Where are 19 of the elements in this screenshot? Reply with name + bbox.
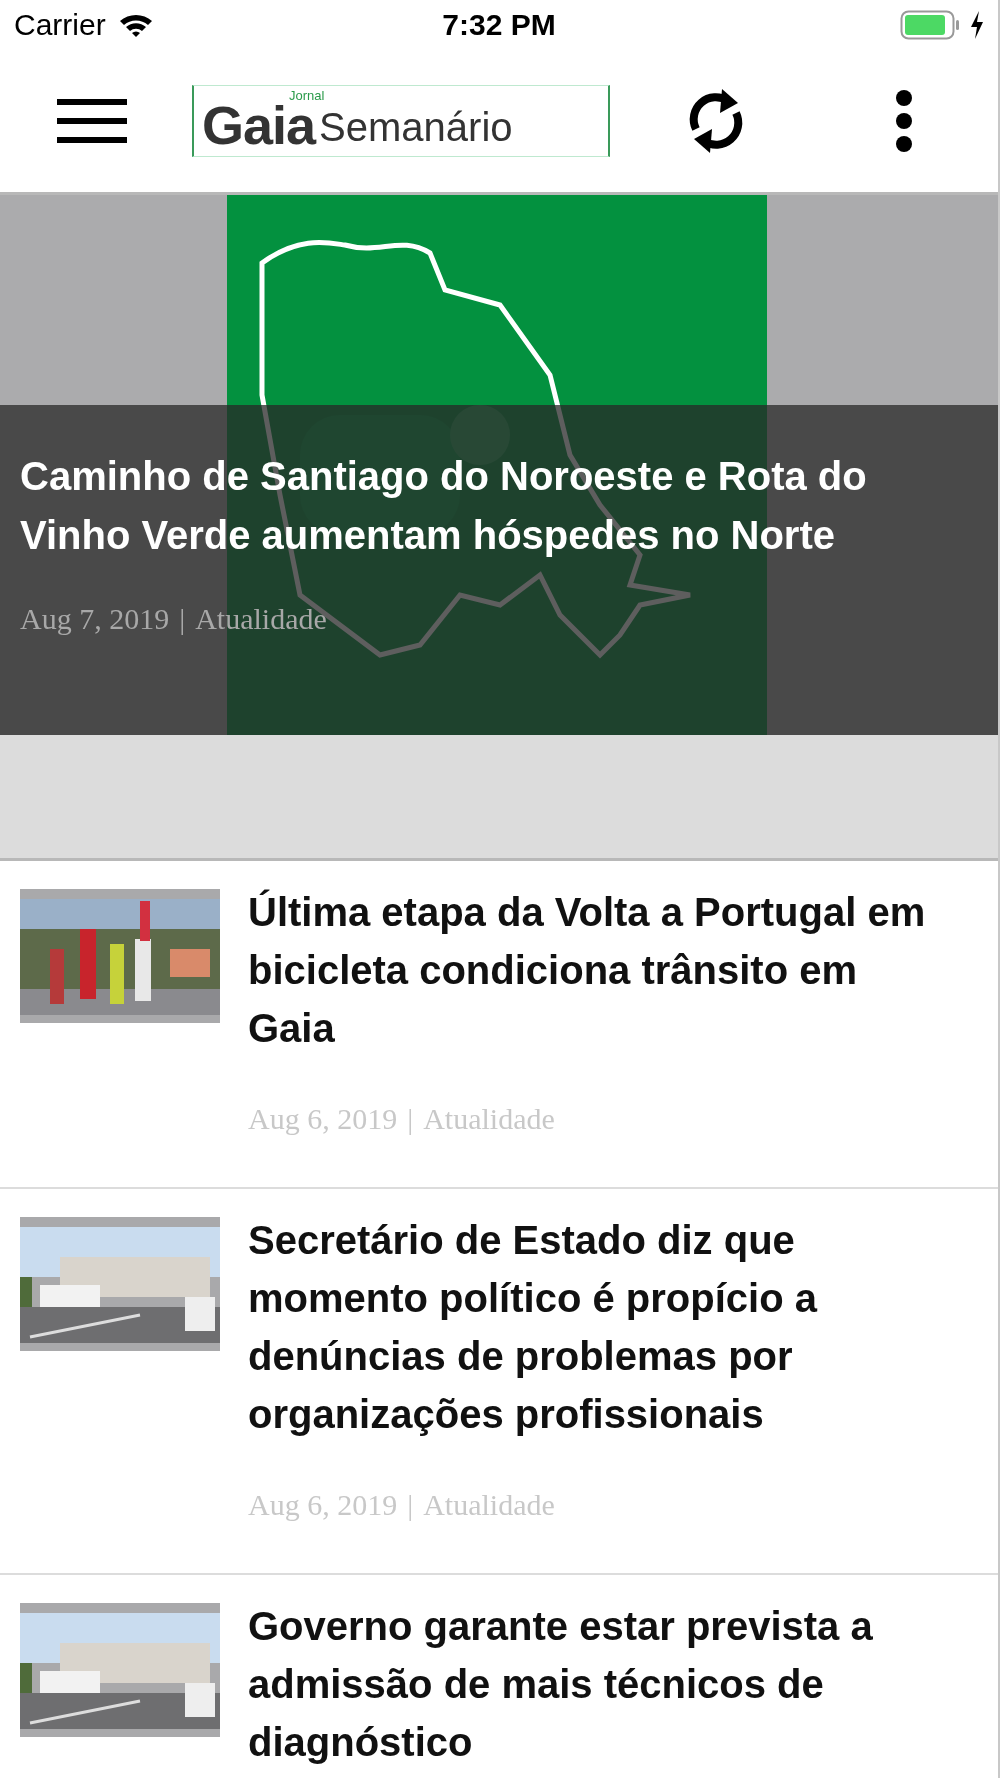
logo-wordmark: Gaia xyxy=(202,100,316,150)
clock-time: 7:32 PM xyxy=(442,8,556,42)
meta-separator: | xyxy=(407,1101,414,1137)
logo-subtitle: Semanário xyxy=(319,104,513,150)
headline: Última etapa da Volta a Portugal em bicicleta condiciona trânsito em Gaia xyxy=(248,888,927,1052)
meta-separator: | xyxy=(407,1487,414,1523)
article-row[interactable]: Governo garante estar prevista a admissão de mais técnicos de diagnóstico xyxy=(0,1575,998,1778)
featured-article[interactable]: Caminho de Santiago do Noroeste e Rota do Vinho Verde aumentam hóspedes no Norte Aug 7, 2019 | Atualidade xyxy=(0,195,998,735)
article-category: Atualidade xyxy=(195,601,327,637)
article-date: Aug 7, 2019 xyxy=(20,601,170,637)
carrier-label: Carrier xyxy=(14,8,106,42)
meta-separator: | xyxy=(179,601,186,637)
more-options-icon[interactable] xyxy=(894,89,914,153)
headline: Governo garante estar prevista a admissão de mais técnicos de diagnóstico xyxy=(248,1603,874,1766)
charging-bolt-icon xyxy=(970,11,984,39)
headline: Secretário de Estado diz que momento político é propício a denúncias de problemas por organizações profissionais xyxy=(248,1217,819,1438)
logo-tagline: Jornal xyxy=(289,88,325,103)
headline: Caminho de Santiago do Noroeste e Rota do Vinho Verde aumentam hóspedes no Norte xyxy=(20,453,868,559)
menu-icon[interactable] xyxy=(57,96,127,146)
